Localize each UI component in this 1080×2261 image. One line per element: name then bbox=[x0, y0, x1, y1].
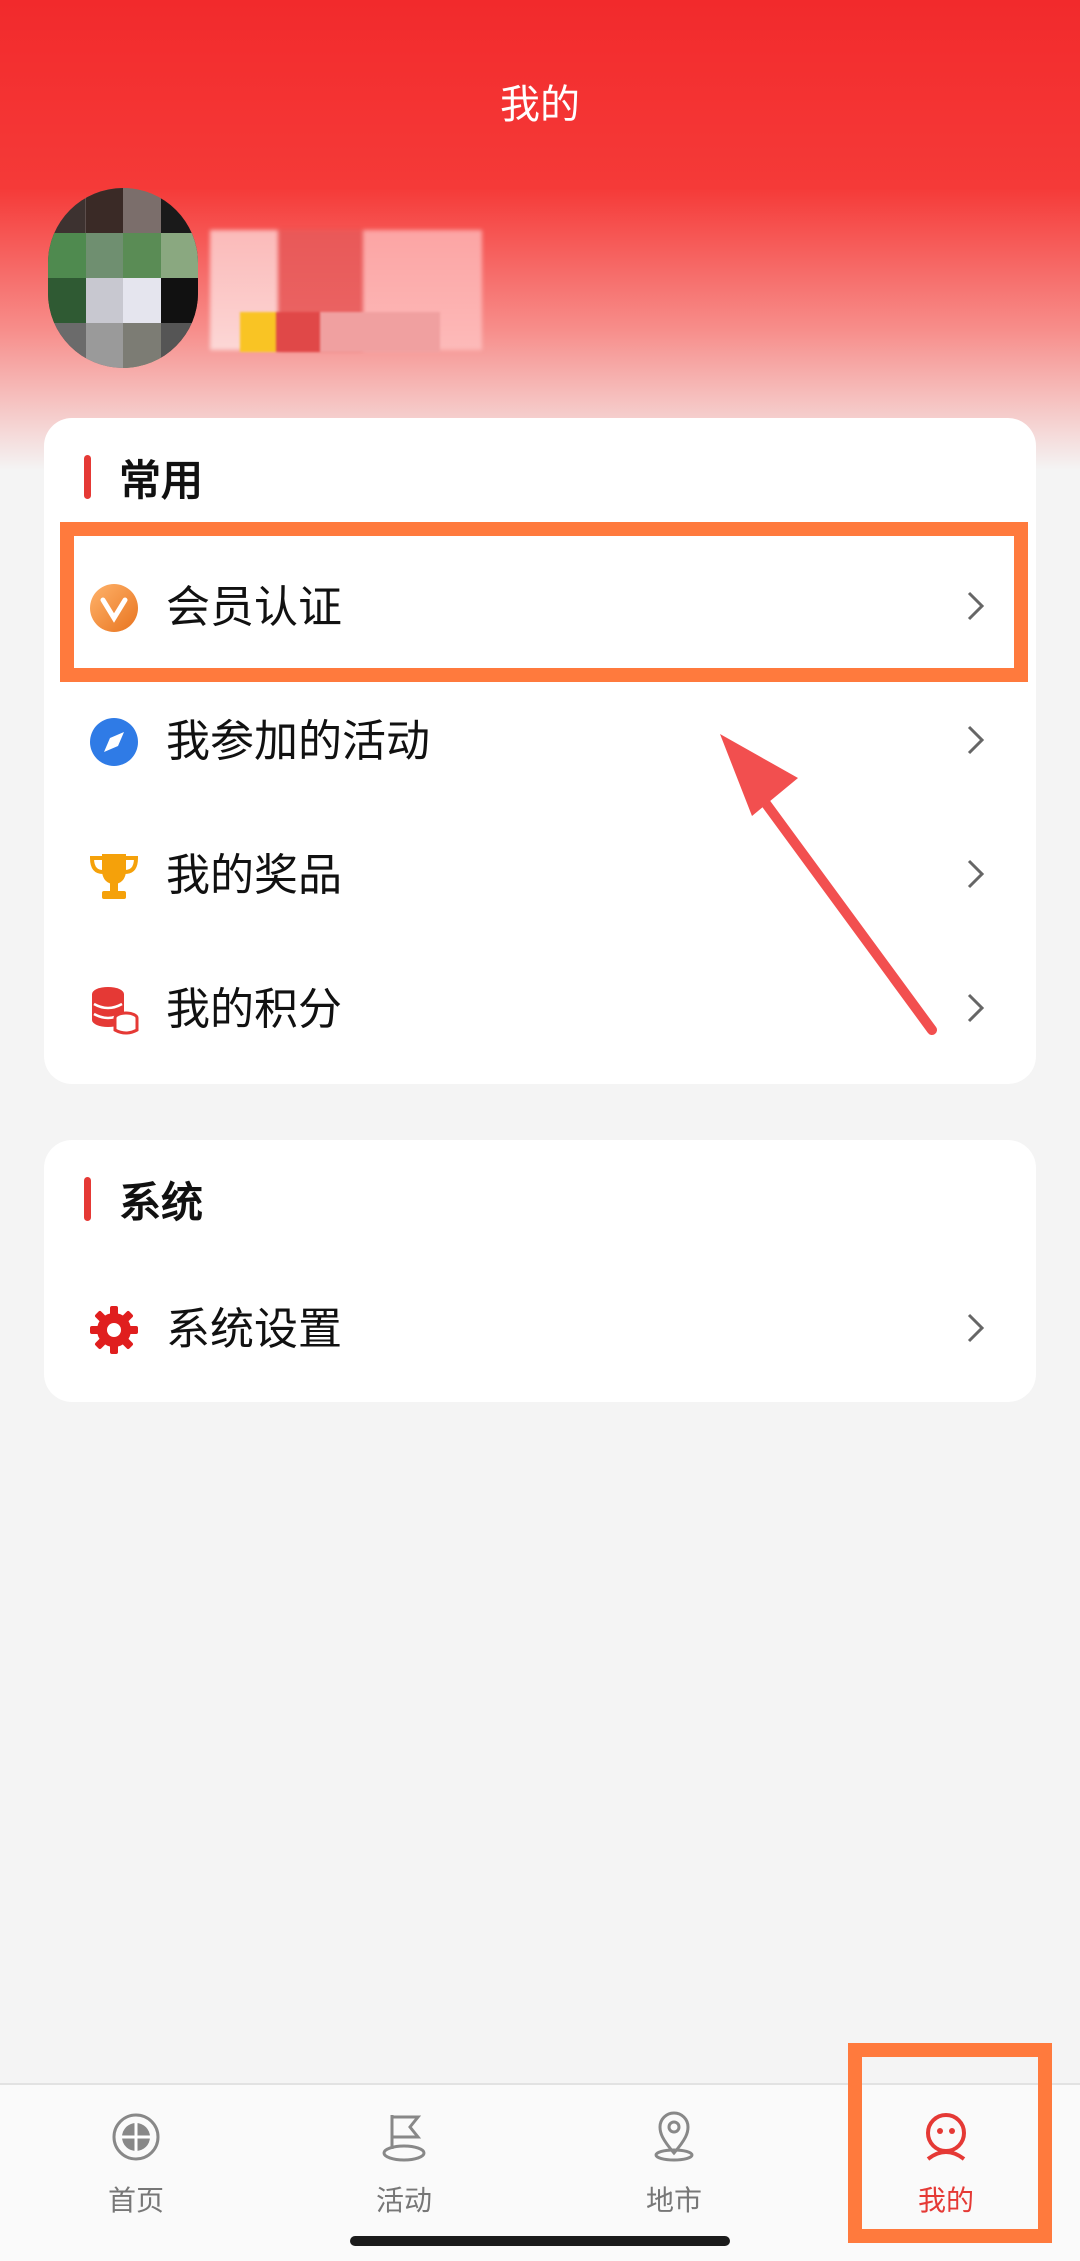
highlight-box-tab-mine bbox=[848, 2043, 1052, 2243]
menu-item-label: 我的奖品 bbox=[166, 850, 342, 901]
home-indicator[interactable] bbox=[350, 2236, 730, 2246]
section-header-common: 常用 bbox=[84, 452, 203, 505]
chevron-right-icon bbox=[967, 993, 985, 1023]
section-header-system: 系统 bbox=[84, 1174, 203, 1227]
coins-icon bbox=[92, 987, 139, 1035]
tab-activities[interactable]: 活动 bbox=[304, 2109, 504, 2239]
menu-item-member-verification[interactable]: 会员认证 bbox=[44, 540, 1036, 670]
chevron-right-icon bbox=[967, 1313, 985, 1343]
page-title: 我的 bbox=[500, 82, 580, 128]
pointer-arrow-annotation bbox=[720, 734, 937, 1035]
flag-icon bbox=[382, 2115, 426, 2162]
chevron-right-icon bbox=[967, 725, 985, 755]
menu-item-system-settings[interactable]: 系统设置 bbox=[44, 1262, 1036, 1392]
section-accent-bar bbox=[84, 1177, 91, 1221]
menu-item-label: 会员认证 bbox=[166, 582, 342, 633]
tab-label: 地市 bbox=[645, 2184, 702, 2217]
chevron-right-icon bbox=[967, 859, 985, 889]
chevron-right-icon bbox=[967, 591, 985, 621]
menu-item-label: 我的积分 bbox=[166, 984, 342, 1035]
tab-label: 首页 bbox=[107, 2184, 164, 2217]
avatar[interactable] bbox=[48, 188, 198, 368]
section-accent-bar bbox=[84, 455, 91, 499]
section-title: 常用 bbox=[119, 455, 204, 505]
location-pin-icon bbox=[654, 2111, 694, 2162]
menu-item-label: 系统设置 bbox=[166, 1304, 342, 1355]
menu-item-label: 我参加的活动 bbox=[166, 716, 430, 767]
vip-badge-icon bbox=[90, 584, 138, 632]
tab-cities[interactable]: 地市 bbox=[574, 2109, 774, 2239]
user-level-redacted bbox=[240, 312, 440, 352]
tab-home[interactable]: 首页 bbox=[36, 2109, 236, 2239]
system-section-card: 系统 系统设置 bbox=[44, 1140, 1036, 1402]
trophy-icon bbox=[89, 854, 139, 899]
tab-label: 活动 bbox=[375, 2184, 432, 2217]
compass-icon bbox=[90, 718, 138, 766]
gear-icon bbox=[90, 1306, 138, 1354]
section-title: 系统 bbox=[119, 1177, 204, 1227]
home-icon bbox=[112, 2113, 160, 2161]
